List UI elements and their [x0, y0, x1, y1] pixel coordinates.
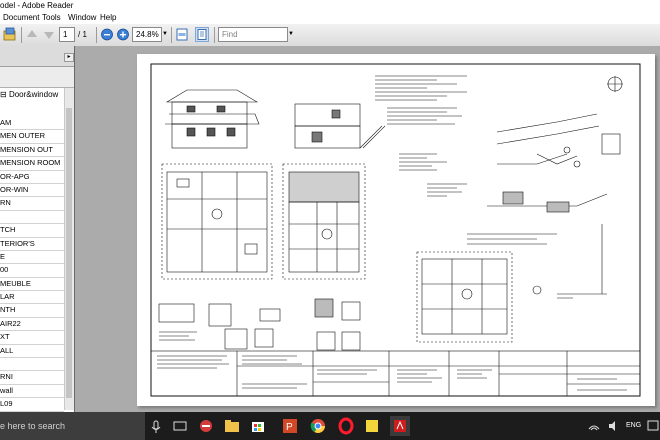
layer-item[interactable]: OR-APG: [0, 171, 64, 184]
taskbar: e here to search P ENG: [0, 412, 660, 440]
panel-header: ▸: [0, 46, 74, 67]
notifications-icon[interactable]: [646, 416, 660, 436]
open-icon[interactable]: [2, 26, 18, 43]
menu-bar: Document Tools Window Help: [0, 11, 660, 24]
layer-item[interactable]: E: [0, 251, 64, 265]
document-area[interactable]: [75, 46, 660, 412]
layer-item[interactable]: LAR: [0, 291, 64, 305]
layer-item[interactable]: RNI: [0, 371, 64, 385]
page-total: / 1: [78, 30, 87, 39]
adobe-reader-icon[interactable]: [390, 416, 410, 436]
layer-item[interactable]: XT: [0, 331, 64, 345]
expand-icon[interactable]: ⊟: [0, 90, 7, 99]
zoom-input[interactable]: 24.8%: [132, 27, 162, 42]
title-bar: odel - Adobe Reader: [0, 0, 660, 11]
chrome-icon[interactable]: [308, 416, 328, 436]
layer-item[interactable]: MENSION OUT: [0, 144, 64, 158]
taskbar-search[interactable]: e here to search: [0, 412, 145, 440]
layer-item[interactable]: ALL: [0, 345, 64, 359]
layer-item[interactable]: AM: [0, 117, 64, 131]
fit-page-icon[interactable]: [195, 27, 209, 42]
zoom-dropdown-icon[interactable]: ▼: [162, 27, 169, 42]
search-text: e here to search: [0, 421, 66, 431]
panel-options-icon[interactable]: ▸: [64, 53, 74, 62]
store-icon[interactable]: [248, 416, 268, 436]
layer-item[interactable]: TCH: [0, 224, 64, 238]
next-page-icon[interactable]: [42, 27, 56, 42]
powerpoint-icon[interactable]: P: [280, 416, 300, 436]
microphone-icon[interactable]: [146, 416, 166, 436]
window-title: odel - Adobe Reader: [0, 1, 74, 10]
panel-scrollbar[interactable]: [64, 88, 74, 410]
network-icon[interactable]: [584, 416, 604, 436]
task-view-icon[interactable]: [170, 416, 190, 436]
layer-item[interactable]: [0, 358, 64, 372]
volume-icon[interactable]: [604, 416, 624, 436]
zoom-out-icon[interactable]: [100, 27, 114, 42]
layer-item[interactable]: MEN OUTER: [0, 130, 64, 144]
layer-list: AM MEN OUTER MENSION OUT MENSION ROOM OR…: [0, 117, 64, 412]
fit-width-icon[interactable]: [175, 27, 189, 42]
tree-root-label: Door&window: [8, 90, 59, 99]
layer-item[interactable]: NTH: [0, 304, 64, 318]
toolbar: 1 / 1 24.8% ▼ Find ▼: [0, 24, 660, 47]
svg-text:P: P: [286, 422, 293, 433]
find-input[interactable]: Find: [218, 27, 288, 42]
page-number-input[interactable]: 1: [59, 27, 75, 42]
menu-document[interactable]: Document: [3, 11, 39, 24]
layer-item[interactable]: RN: [0, 197, 64, 211]
pdf-page: [137, 54, 655, 406]
layer-item[interactable]: 00: [0, 264, 64, 278]
find-dropdown-icon[interactable]: ▼: [288, 27, 295, 42]
layer-item[interactable]: MEUBLE: [0, 278, 64, 292]
file-explorer-icon[interactable]: [222, 416, 242, 436]
opera-icon[interactable]: [336, 416, 356, 436]
scroll-thumb[interactable]: [66, 108, 72, 398]
layer-item[interactable]: OR-WIN: [0, 184, 64, 198]
layer-item[interactable]: wall: [0, 385, 64, 399]
layer-item[interactable]: AIR22: [0, 318, 64, 332]
zoom-in-icon[interactable]: [116, 27, 130, 42]
sticky-notes-icon[interactable]: [362, 416, 382, 436]
app-icon-red[interactable]: [196, 416, 216, 436]
bookmarks-panel: ▸ ⊟ Door&window AM MEN OUTER MENSION OUT…: [0, 46, 75, 412]
menu-window[interactable]: Window: [68, 11, 96, 24]
layer-item[interactable]: TERIOR'S: [0, 238, 64, 251]
architectural-drawing: [150, 63, 641, 397]
layer-item[interactable]: L09: [0, 398, 64, 412]
previous-page-icon[interactable]: [25, 27, 39, 42]
menu-help[interactable]: Help: [100, 11, 116, 24]
tree-root[interactable]: ⊟ Door&window: [0, 88, 64, 102]
language-indicator[interactable]: ENG: [626, 412, 641, 440]
panel-toolbar: [0, 67, 74, 88]
menu-tools[interactable]: Tools: [42, 11, 61, 24]
layer-item[interactable]: MENSION ROOM: [0, 157, 64, 171]
layer-item[interactable]: [0, 211, 64, 225]
